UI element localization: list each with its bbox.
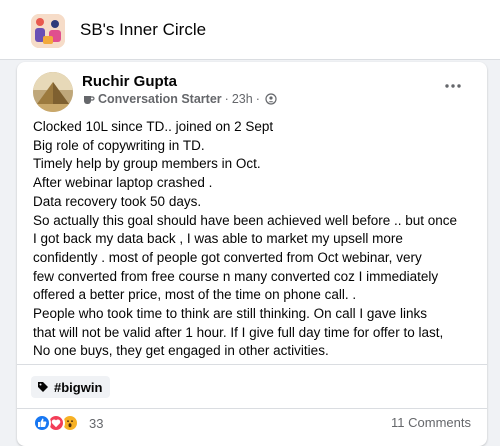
post-line: People who took time to think are still … — [33, 306, 427, 322]
post-line: After webinar laptop crashed . — [33, 175, 213, 191]
post-body: Clocked 10L since TD.. joined on 2 Sept … — [33, 118, 481, 361]
author-name[interactable]: Ruchir Gupta — [82, 73, 177, 90]
post-card: Ruchir Gupta Conversation Starter · 23h … — [17, 62, 487, 446]
group-avatar[interactable] — [31, 14, 65, 48]
hashtag-label: #bigwin — [54, 379, 103, 395]
hashtag-chip[interactable]: #bigwin — [31, 376, 111, 398]
badge-label[interactable]: Conversation Starter — [98, 92, 222, 106]
meta-separator: · — [224, 92, 229, 106]
post-line: few converted from free course n many co… — [33, 268, 439, 284]
divider — [17, 408, 487, 409]
post-line: Data recovery took 50 days. — [33, 193, 202, 209]
group-header: SB's Inner Circle — [0, 0, 500, 60]
meta-separator-2: · — [255, 92, 260, 106]
author-avatar[interactable] — [33, 72, 73, 112]
post-line: Big role of copywriting in TD. — [33, 137, 205, 153]
post-time[interactable]: 23h — [232, 92, 253, 106]
post-line: Clocked 10L since TD.. joined on 2 Sept — [33, 119, 274, 134]
like-icon — [33, 414, 51, 432]
reaction-count: 33 — [89, 415, 104, 431]
post-line: offered a better price, most of the time… — [33, 287, 357, 303]
more-dots-icon — [445, 84, 461, 88]
post-meta: Conversation Starter · 23h · — [82, 92, 277, 106]
divider — [17, 364, 487, 365]
comments-count[interactable]: 11 Comments — [391, 415, 471, 430]
post-line: I got back my data back , I was able to … — [33, 231, 403, 247]
audience-icon[interactable] — [265, 93, 277, 105]
post-line: that will not be valid after 1 hour. If … — [33, 324, 444, 340]
tag-icon — [38, 382, 48, 392]
group-name[interactable]: SB's Inner Circle — [80, 20, 206, 40]
more-options-button[interactable] — [437, 74, 469, 98]
coffee-cup-icon — [84, 95, 95, 104]
reactions-summary[interactable]: 33 — [33, 413, 103, 433]
post-line: So actually this goal should have been a… — [33, 212, 458, 228]
post-line: confidently . most of people got convert… — [33, 249, 422, 265]
post-line: Timely help by group members in Oct. — [33, 156, 261, 172]
post-line: No one buys, they get engaged in other a… — [33, 343, 329, 359]
